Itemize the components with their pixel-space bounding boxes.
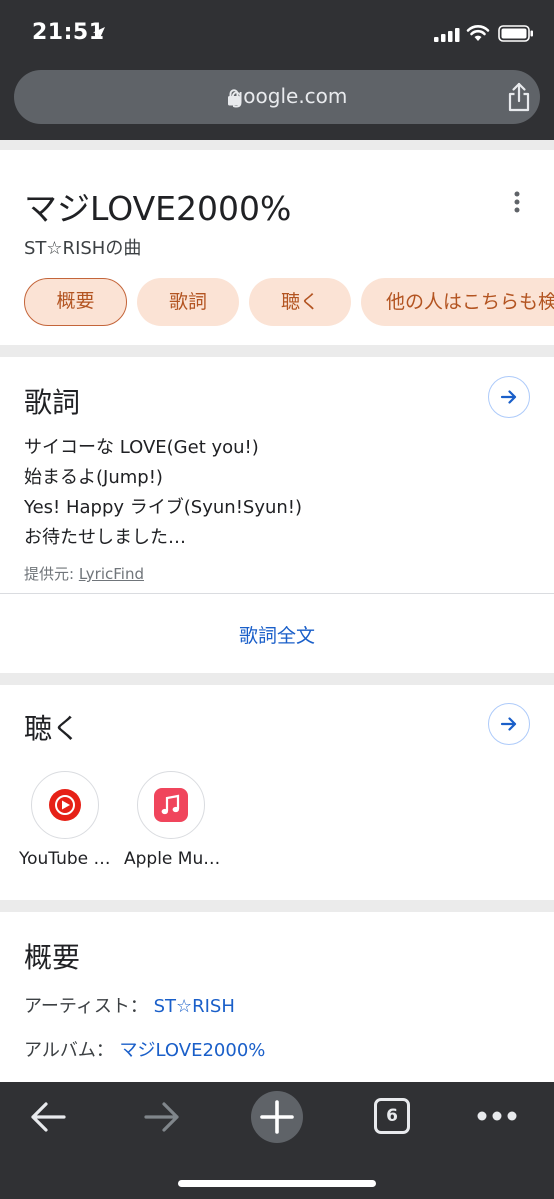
overview-section-title: 概要: [24, 941, 81, 974]
lyricfind-link[interactable]: LyricFind: [79, 565, 144, 583]
lyric-line: 始まるよ(Jump!): [24, 467, 163, 488]
source-label: 提供元:: [24, 565, 79, 583]
battery-icon: [498, 25, 533, 42]
listen-card: 聴く YouTube … Apple Mu…: [0, 685, 554, 900]
youtube-music-icon: [49, 789, 81, 821]
lyrics-arrow-button[interactable]: [488, 376, 530, 418]
tab-switcher-button[interactable]: 6: [374, 1098, 410, 1134]
chip-listen[interactable]: 聴く: [249, 278, 351, 326]
lyric-line: サイコーな LOVE(Get you!): [24, 437, 259, 458]
lyrics-source: 提供元: LyricFind: [24, 563, 144, 584]
browser-chrome-top: 21:51 google.com: [0, 0, 554, 140]
cellular-signal-icon: [434, 28, 460, 42]
lyrics-card: 歌詞 サイコーな LOVE(Get you!) 始まるよ(Jump!) Yes!…: [0, 357, 554, 673]
chip-lyrics[interactable]: 歌詞: [137, 278, 239, 326]
artist-row: アーティスト： ST☆RISH: [24, 992, 235, 1018]
address-bar[interactable]: google.com: [14, 70, 540, 124]
more-vert-icon[interactable]: [512, 190, 522, 214]
back-icon[interactable]: [28, 1100, 68, 1134]
chip-people-also-search[interactable]: 他の人はこちらも検索: [361, 278, 554, 326]
album-key: アルバム：: [24, 1040, 120, 1061]
more-horiz-icon[interactable]: [476, 1110, 518, 1122]
lyrics-section-title: 歌詞: [24, 386, 81, 419]
song-header-card: マジLOVE2000% ST☆RISHの曲 概要 歌詞 聴く 他の人はこちらも検…: [0, 150, 554, 345]
youtube-music-button[interactable]: [31, 771, 99, 839]
song-subtitle: ST☆RISHの曲: [24, 238, 142, 259]
new-tab-icon[interactable]: [250, 1090, 304, 1144]
tab-count: 6: [386, 1106, 398, 1126]
url-text: google.com: [230, 84, 348, 108]
chip-overview[interactable]: 概要: [24, 278, 127, 326]
artist-link[interactable]: ST☆RISH: [154, 996, 235, 1017]
overview-card: 概要 アーティスト： ST☆RISH アルバム： マジLOVE2000%: [0, 912, 554, 1082]
forward-icon[interactable]: [142, 1100, 182, 1134]
album-row: アルバム： マジLOVE2000%: [24, 1036, 265, 1062]
arrow-right-icon: [500, 717, 517, 731]
location-arrow-icon: [93, 27, 105, 39]
divider: [0, 593, 554, 594]
full-lyrics-link[interactable]: 歌詞全文: [0, 621, 554, 648]
apple-music-icon: [154, 788, 188, 822]
apple-music-button[interactable]: [137, 771, 205, 839]
home-indicator: [178, 1180, 376, 1187]
lyric-line: Yes! Happy ライブ(Syun!Syun!): [24, 497, 303, 518]
listen-arrow-button[interactable]: [488, 703, 530, 745]
lyric-line: お待たせしました…: [24, 527, 186, 548]
share-icon[interactable]: [506, 82, 532, 112]
arrow-right-icon: [500, 390, 517, 404]
status-bar: 21:51: [0, 0, 554, 68]
listen-section-title: 聴く: [24, 712, 81, 745]
song-title: マジLOVE2000%: [24, 189, 292, 228]
browser-toolbar: 6: [0, 1082, 554, 1199]
apple-music-label: Apple Mu…: [124, 849, 221, 869]
album-link[interactable]: マジLOVE2000%: [120, 1040, 266, 1061]
wifi-icon: [466, 25, 490, 41]
youtube-music-label: YouTube …: [19, 849, 111, 869]
artist-key: アーティスト：: [24, 996, 154, 1017]
